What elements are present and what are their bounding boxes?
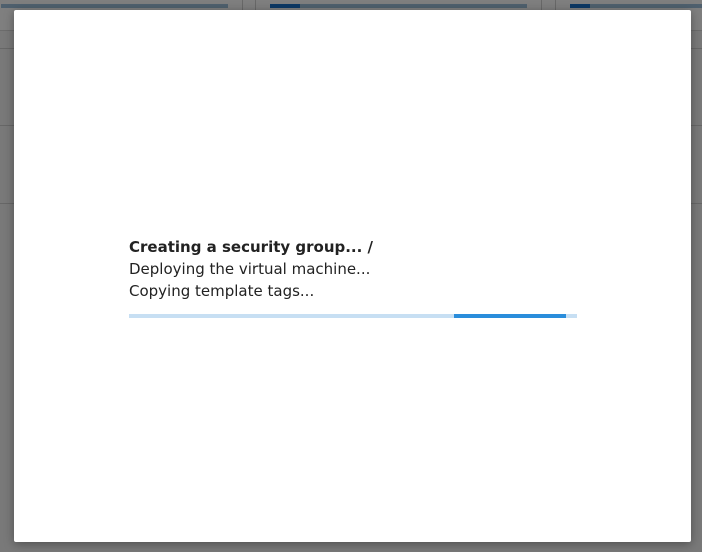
- current-step-text: Creating a security group... /: [129, 238, 374, 256]
- deployment-progress-dialog: Creating a security group... / Deploying…: [14, 10, 691, 542]
- status-block: Creating a security group... / Deploying…: [129, 236, 577, 318]
- progress-bar: [129, 314, 577, 318]
- step-text-deploying: Deploying the virtual machine...: [129, 260, 371, 278]
- step-text-copying-tags: Copying template tags...: [129, 282, 315, 300]
- progress-bar-fill: [453, 314, 566, 318]
